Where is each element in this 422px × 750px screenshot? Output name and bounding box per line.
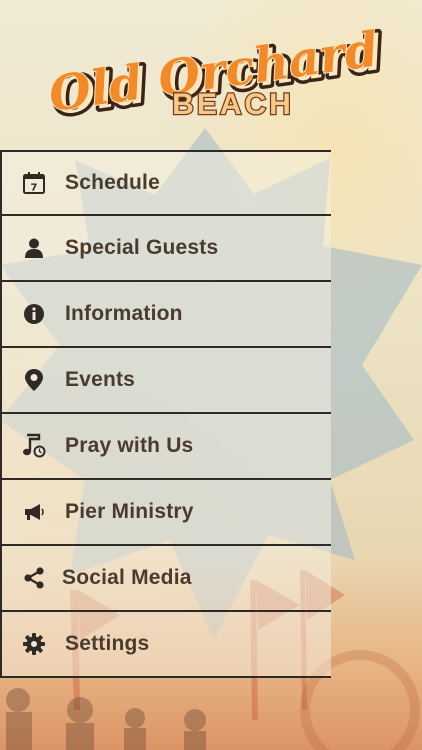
menu-item-label: Settings bbox=[65, 632, 150, 655]
calendar-day: 7 bbox=[31, 183, 38, 194]
music-note-icon bbox=[21, 433, 47, 459]
menu-item-social-media[interactable]: Social Media bbox=[2, 546, 331, 612]
megaphone-icon bbox=[21, 499, 47, 525]
calendar-icon: 7 bbox=[21, 170, 47, 196]
menu-item-label: Information bbox=[65, 302, 183, 325]
logo-line2: BEACH bbox=[172, 88, 294, 121]
menu-item-events[interactable]: Events bbox=[2, 348, 331, 414]
share-icon bbox=[21, 565, 47, 591]
app-header: Old Orchard Old Orchard BEACH bbox=[0, 0, 422, 150]
menu-item-pray-with-us[interactable]: Pray with Us bbox=[2, 414, 331, 480]
menu-item-label: Special Guests bbox=[65, 236, 219, 259]
menu-item-settings[interactable]: Settings bbox=[2, 612, 331, 678]
menu-item-schedule[interactable]: 7 Schedule bbox=[2, 150, 331, 216]
menu-item-pier-ministry[interactable]: Pier Ministry bbox=[2, 480, 331, 546]
main-menu: 7 Schedule Special Guests Information Ev… bbox=[0, 150, 331, 678]
map-pin-icon bbox=[21, 367, 47, 393]
info-icon bbox=[21, 301, 47, 327]
menu-item-information[interactable]: Information bbox=[2, 282, 331, 348]
gear-icon bbox=[21, 631, 47, 657]
person-icon bbox=[21, 235, 47, 261]
menu-item-label: Schedule bbox=[65, 171, 160, 194]
menu-item-label: Social Media bbox=[62, 566, 192, 589]
menu-item-label: Events bbox=[65, 368, 136, 391]
old-orchard-beach-logo: Old Orchard Old Orchard BEACH bbox=[45, 20, 390, 129]
menu-item-special-guests[interactable]: Special Guests bbox=[2, 216, 331, 282]
menu-item-label: Pray with Us bbox=[65, 434, 194, 457]
menu-item-label: Pier Ministry bbox=[65, 500, 194, 523]
